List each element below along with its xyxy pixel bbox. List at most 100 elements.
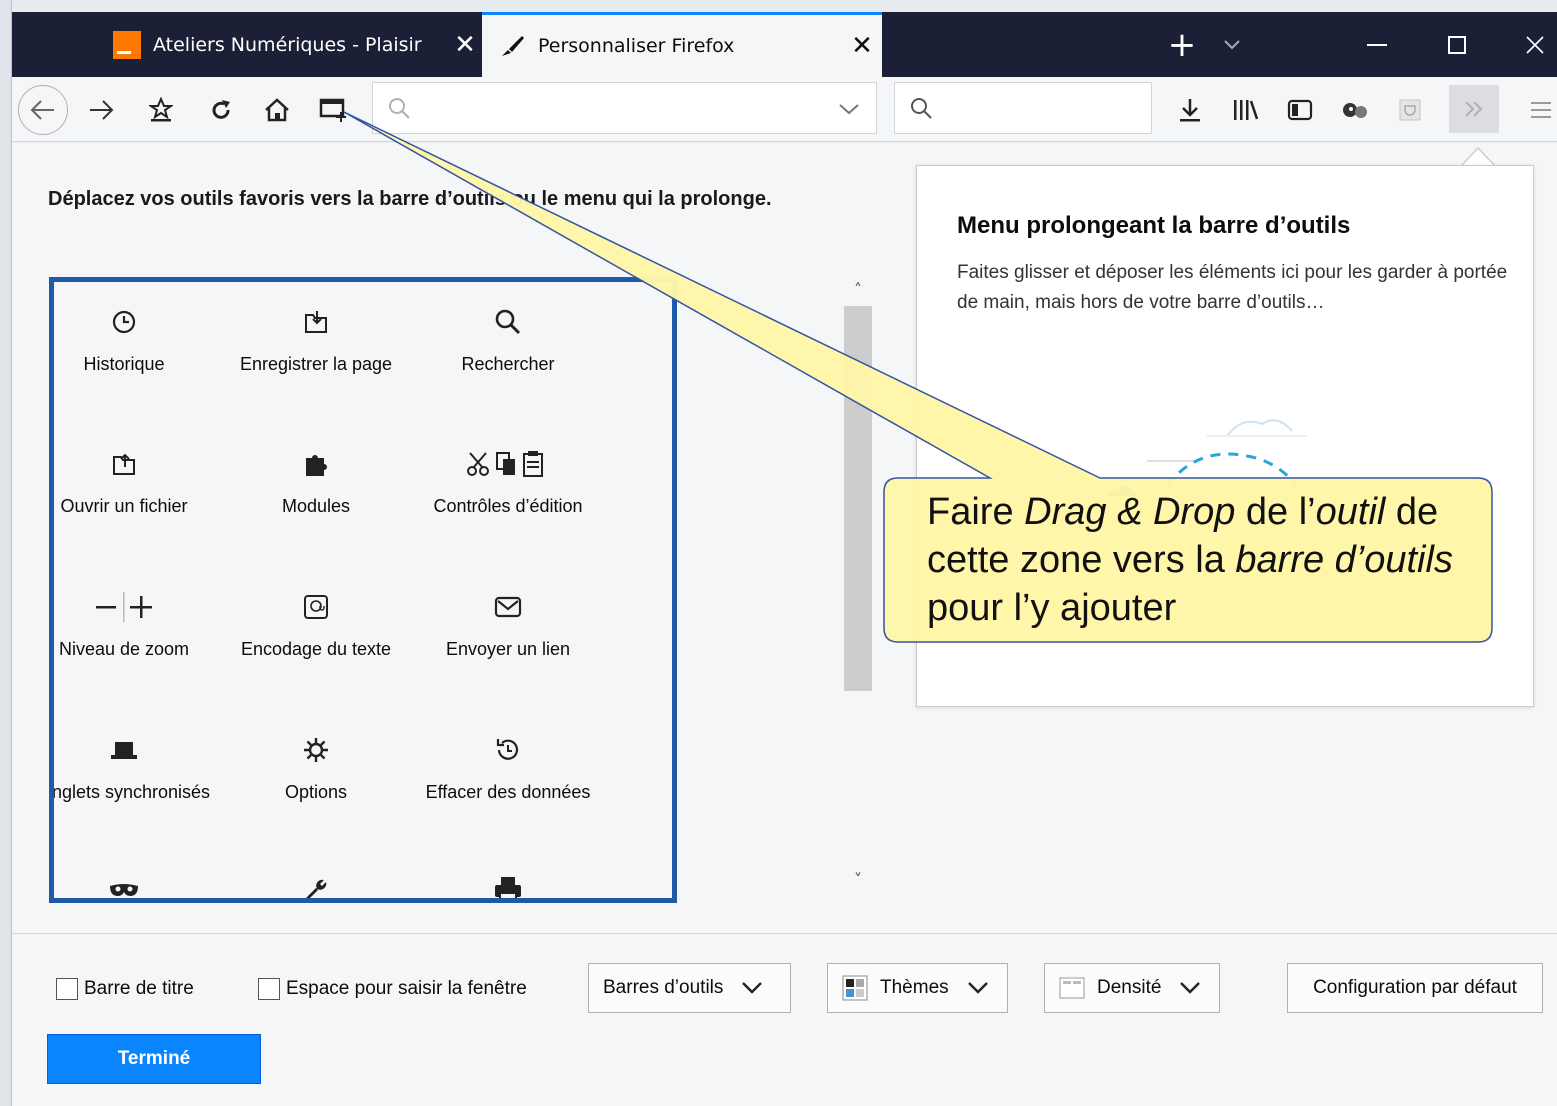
overflow-illustration	[1107, 419, 1307, 496]
reset-default-button[interactable]: Configuration par défaut	[1287, 963, 1543, 1013]
pocket-icon	[1399, 99, 1421, 121]
wrench-icon	[306, 879, 327, 898]
new-tab-button[interactable]: +	[1162, 12, 1202, 77]
checkbox-box[interactable]	[56, 978, 78, 1000]
search-icon	[911, 98, 932, 119]
forward-button[interactable]	[82, 93, 120, 127]
overflow-menu-button[interactable]	[1449, 85, 1499, 133]
theme-icon	[842, 975, 868, 1001]
title-bar-checkbox[interactable]: Barre de titre	[56, 978, 194, 1000]
palette-item-rechercher[interactable]: Rechercher	[408, 302, 608, 379]
palette-item-label: Ouvrir un fichier	[60, 496, 188, 516]
palette-item-developer[interactable]	[216, 870, 416, 898]
chevron-down-icon	[1180, 982, 1201, 994]
extension-icon	[1343, 103, 1367, 118]
palette-item-label: Historique	[83, 354, 165, 374]
bookmarks-star-button[interactable]	[142, 91, 180, 129]
palette-item-effacer-donnees[interactable]: Effacer des données	[408, 730, 608, 807]
envelope-icon	[494, 596, 522, 618]
close-icon[interactable]: ✕	[445, 30, 485, 60]
maximize-button[interactable]	[1427, 12, 1487, 77]
palette-item-print[interactable]	[408, 870, 608, 898]
customize-instructions: Déplacez vos outils favoris vers la barr…	[48, 188, 772, 210]
palette-item-onglets-synchronises[interactable]: Onglets synchronisés	[54, 730, 224, 807]
synced-tabs-icon	[111, 742, 137, 759]
paintbrush-icon	[498, 32, 526, 60]
maximize-icon	[1448, 35, 1466, 54]
sidebar-icon	[1287, 99, 1313, 121]
home-button[interactable]	[258, 91, 296, 129]
checkbox-label: Barre de titre	[84, 978, 194, 999]
new-window-button[interactable]	[314, 91, 354, 129]
density-dropdown[interactable]: Densité	[1044, 963, 1220, 1013]
navigation-toolbar	[12, 77, 1557, 142]
palette-item-label: Encodage du texte	[240, 639, 392, 659]
addon-extension-button[interactable]	[1337, 91, 1373, 129]
forward-arrow-icon	[90, 100, 114, 120]
tab-personnaliser[interactable]: Personnaliser Firefox ✕	[482, 12, 882, 77]
chevron-down-icon	[1224, 39, 1240, 49]
back-arrow-icon	[30, 100, 54, 120]
scroll-down-icon[interactable]: ˅	[844, 870, 872, 889]
callout-text-part: pour l’y ajouter	[927, 587, 1177, 629]
chevron-down-icon	[967, 982, 988, 994]
search-icon	[389, 98, 410, 119]
orange-logo-icon	[113, 30, 141, 59]
url-bar[interactable]	[372, 82, 877, 134]
palette-item-label: Options	[284, 782, 348, 802]
text-encoding-icon	[304, 595, 328, 619]
gear-icon	[304, 738, 328, 762]
chevron-down-icon	[742, 982, 763, 994]
callout-text-part: Faire	[927, 491, 1025, 533]
dropdown-label: Barres d’outils	[603, 977, 724, 998]
pocket-button[interactable]	[1392, 91, 1428, 129]
palette-item-ouvrir[interactable]: Ouvrir un fichier	[54, 444, 224, 521]
library-icon	[1234, 100, 1258, 120]
density-icon	[1059, 977, 1085, 999]
close-window-button[interactable]	[1512, 12, 1557, 77]
callout-text-emphasis: outil	[1315, 491, 1386, 533]
themes-dropdown[interactable]: Thèmes	[827, 963, 1008, 1013]
callout-text-part: de l’	[1235, 491, 1316, 533]
search-bar[interactable]	[894, 82, 1152, 134]
minimize-button[interactable]	[1347, 12, 1407, 77]
palette-item-options[interactable]: Options	[216, 730, 416, 807]
scroll-thumb[interactable]	[844, 306, 872, 691]
library-button[interactable]	[1227, 91, 1263, 129]
toolbars-dropdown[interactable]: Barres d’outils	[588, 963, 791, 1013]
done-button[interactable]: Terminé	[47, 1034, 261, 1084]
chevron-down-icon[interactable]	[838, 103, 860, 116]
star-tray-icon	[149, 97, 173, 122]
palette-item-edition[interactable]: Contrôles d’édition	[408, 444, 608, 521]
palette-item-encodage[interactable]: Encodage du texte	[216, 587, 416, 664]
checkbox-box[interactable]	[258, 978, 280, 1000]
double-chevron-right-icon	[1465, 101, 1483, 117]
minimize-icon	[1367, 43, 1387, 46]
palette-item-historique[interactable]: Historique	[54, 302, 224, 379]
close-icon[interactable]: ✕	[842, 31, 882, 61]
palette-item-enregistrer[interactable]: Enregistrer la page	[216, 302, 416, 379]
close-icon	[1525, 35, 1544, 54]
palette-item-envoyer-lien[interactable]: Envoyer un lien	[408, 587, 608, 664]
palette-scrollbar[interactable]: ˄ ˅	[844, 276, 872, 896]
app-menu-button[interactable]	[1524, 91, 1557, 129]
new-window-icon	[319, 98, 346, 122]
drag-space-checkbox[interactable]: Espace pour saisir la fenêtre	[258, 978, 527, 1000]
reload-button[interactable]	[202, 91, 240, 129]
puzzle-icon	[306, 455, 327, 476]
hamburger-menu-icon	[1530, 102, 1551, 118]
search-icon	[495, 309, 521, 335]
cut-copy-paste-icon	[467, 451, 543, 477]
sidebar-button[interactable]	[1282, 91, 1318, 129]
palette-item-modules[interactable]: Modules	[216, 444, 416, 521]
palette-item-private[interactable]	[54, 870, 224, 898]
downloads-button[interactable]	[1172, 91, 1208, 129]
palette-item-zoom[interactable]: Niveau de zoom	[54, 587, 224, 664]
back-button[interactable]	[18, 85, 68, 135]
tab-list-button[interactable]	[1212, 12, 1252, 77]
palette-item-label: Modules	[281, 496, 351, 516]
tab-title: Personnaliser Firefox	[538, 35, 735, 57]
scroll-up-icon[interactable]: ˄	[844, 280, 872, 299]
tab-ateliers[interactable]: Ateliers Numériques - Plaisir ✕	[97, 12, 485, 77]
download-icon	[1180, 99, 1200, 122]
